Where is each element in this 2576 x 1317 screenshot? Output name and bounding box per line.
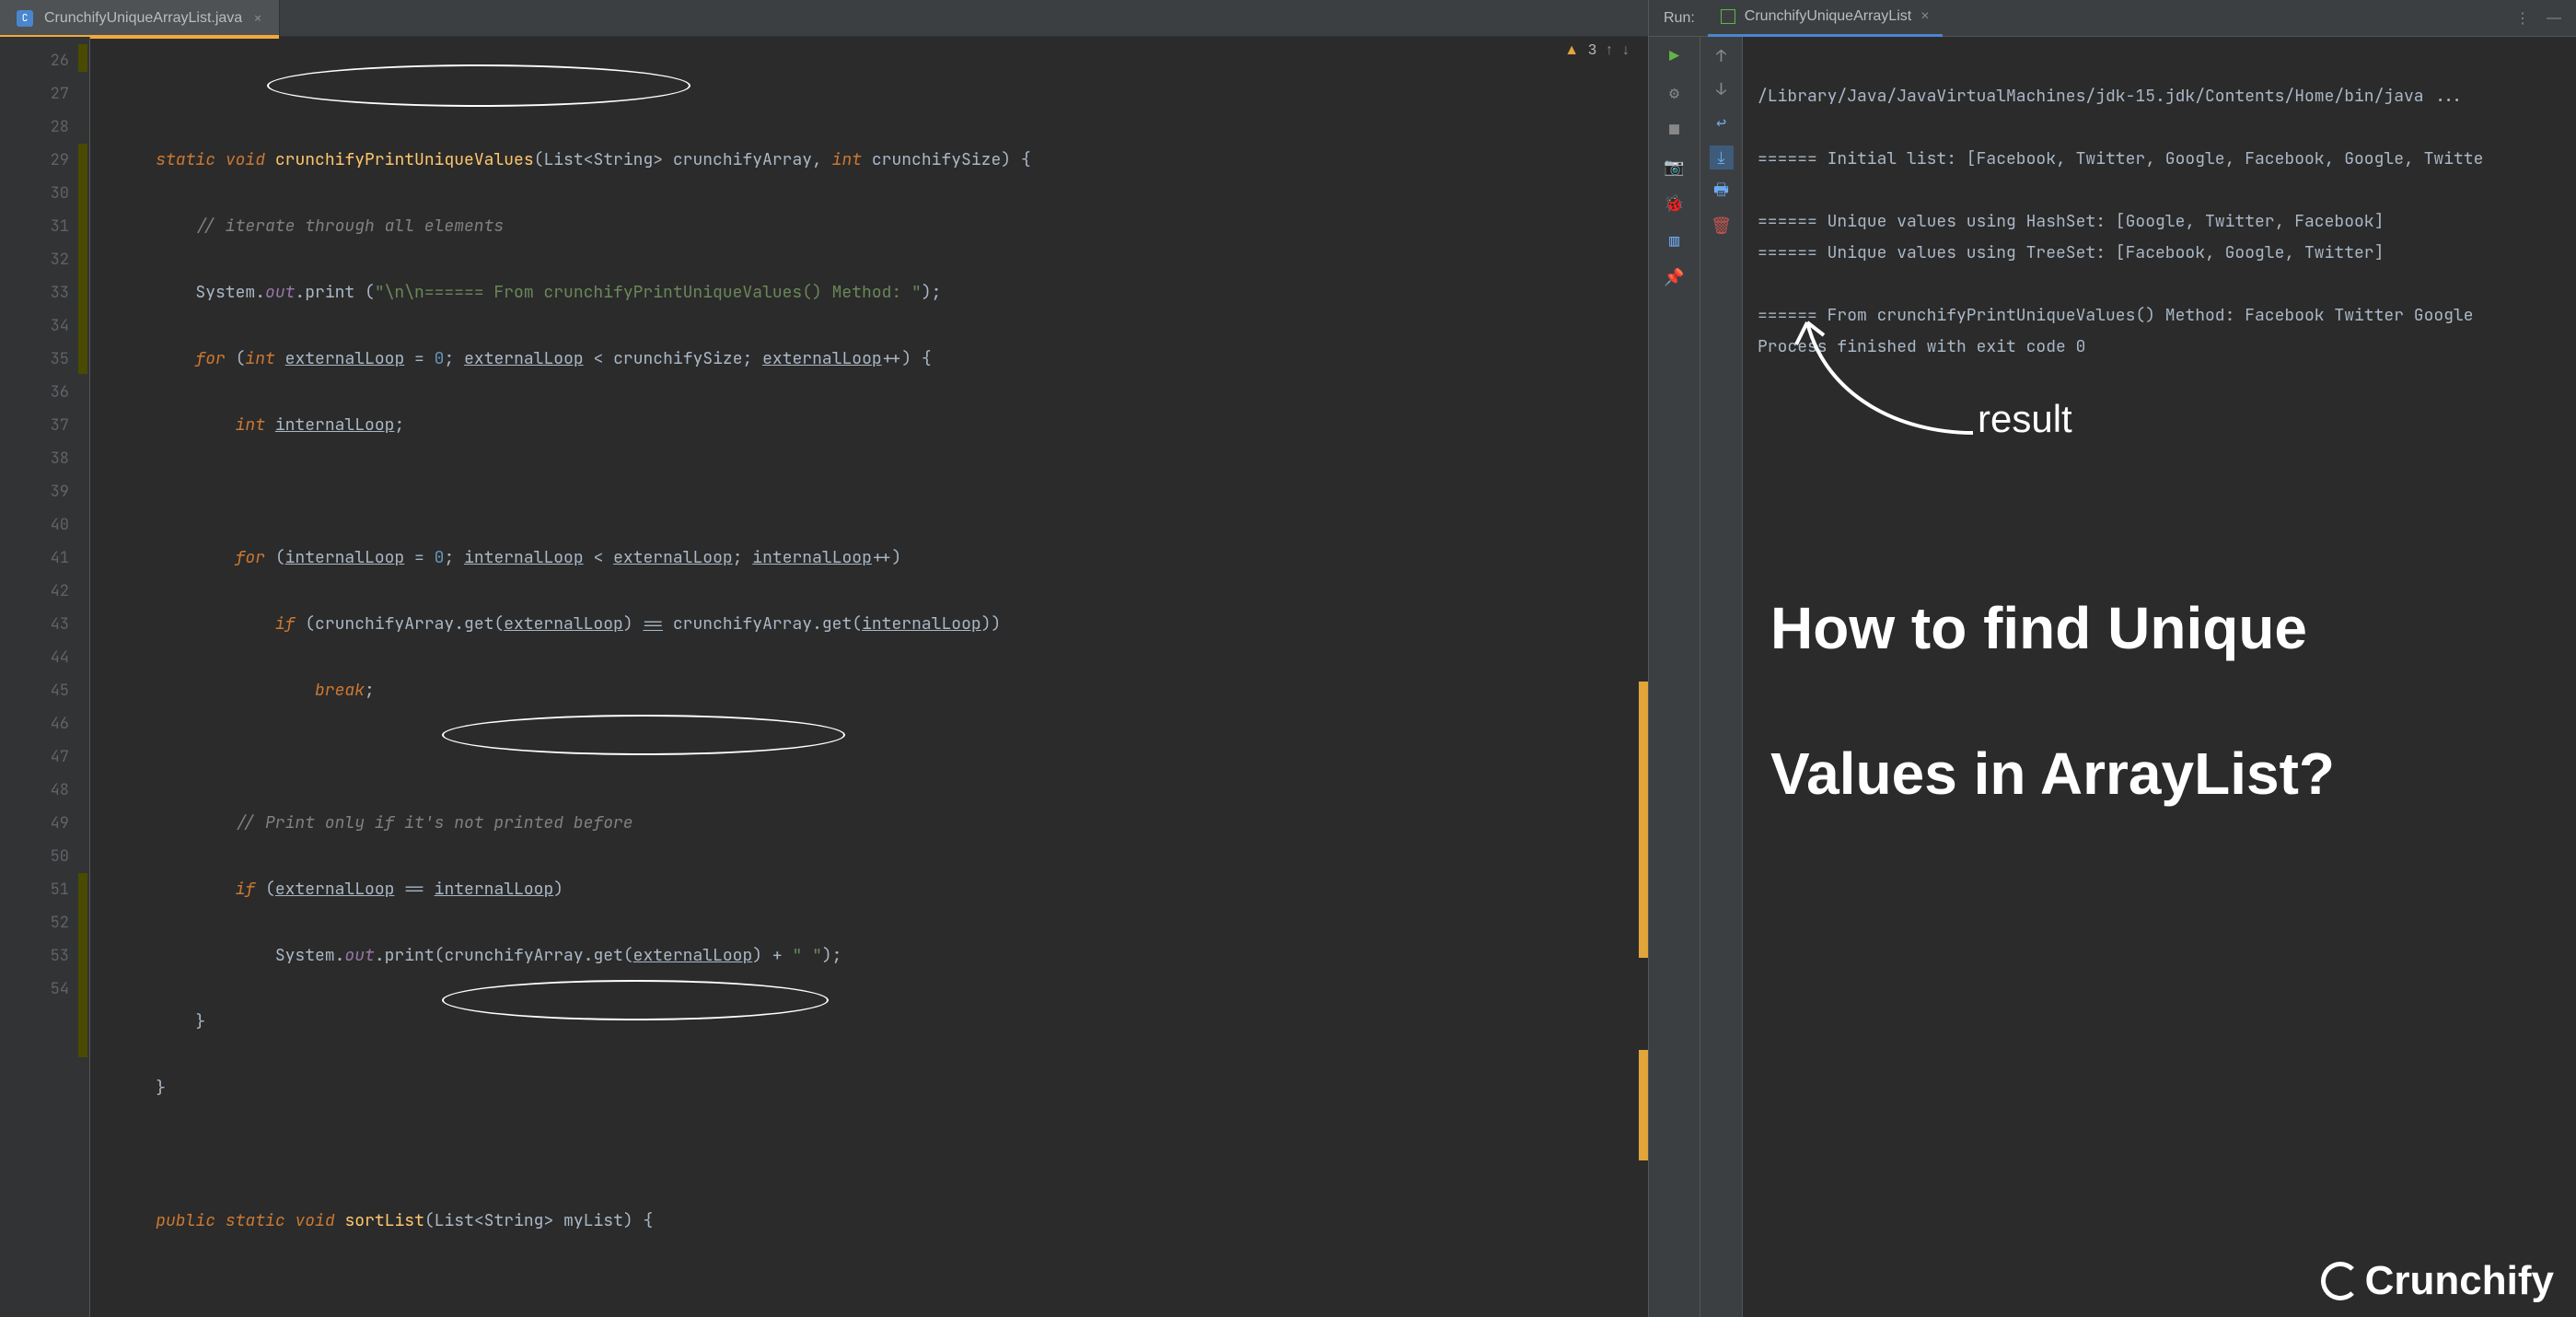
output-area: ▶ ⚙ ■ 📷 🐞 ▥ 📌 ↑ ↓ ↩ ⤓ 🖶 🗑 /Library/Java/… bbox=[1649, 37, 2576, 1317]
gutter-line: 42 bbox=[0, 575, 69, 608]
console-action-gutter: ↑ ↓ ↩ ⤓ 🖶 🗑 bbox=[1700, 37, 1743, 1317]
gutter-line: 46 bbox=[0, 707, 69, 740]
gutter-line: 44 bbox=[0, 641, 69, 674]
run-label: Run: bbox=[1664, 10, 1695, 27]
file-icon: C bbox=[17, 10, 33, 27]
crunchify-logo: Crunchify bbox=[2321, 1262, 2554, 1300]
run-action-gutter: ▶ ⚙ ■ 📷 🐞 ▥ 📌 bbox=[1649, 37, 1700, 1317]
editor-pane: C CrunchifyUniqueArrayList.java × 26 27 … bbox=[0, 0, 1648, 1317]
gutter-line: 36 bbox=[0, 376, 69, 409]
console-line: ====== From crunchifyPrintUniqueValues()… bbox=[1758, 305, 2483, 326]
editor-tab[interactable]: C CrunchifyUniqueArrayList.java × bbox=[0, 0, 280, 37]
console-line: ====== Unique values using TreeSet: [Fac… bbox=[1758, 242, 2384, 263]
gutter-line: 54 bbox=[0, 973, 69, 1006]
editor-tab-label: CrunchifyUniqueArrayList.java bbox=[44, 10, 242, 27]
camera-icon[interactable]: 📷 bbox=[1665, 157, 1685, 177]
console[interactable]: /Library/Java/JavaVirtualMachines/jdk-15… bbox=[1743, 37, 2576, 1317]
config-icon bbox=[1721, 9, 1735, 24]
minimize-icon[interactable]: — bbox=[2547, 10, 2561, 27]
more-icon[interactable]: ⋮ bbox=[2515, 9, 2530, 28]
scroll-to-end-icon[interactable]: ⤓ bbox=[1710, 146, 1734, 169]
prev-highlight-icon[interactable]: ↑ bbox=[1606, 42, 1613, 59]
code-area[interactable]: 26 27 28 29 30 31 32 33 34 35 36 37 38 3… bbox=[0, 37, 1648, 1317]
gutter-line: 32 bbox=[0, 243, 69, 276]
gutter-line: 41 bbox=[0, 542, 69, 575]
gutter-line: 27 bbox=[0, 77, 69, 111]
gutter-line: 34 bbox=[0, 309, 69, 343]
gutter-line: 40 bbox=[0, 508, 69, 542]
stop-icon[interactable]: ■ bbox=[1665, 120, 1685, 140]
bug-icon[interactable]: 🐞 bbox=[1665, 193, 1685, 214]
promo-title: How to find Unique Values in ArrayList? bbox=[1770, 525, 2335, 878]
close-icon[interactable]: × bbox=[253, 8, 262, 28]
run-header: Run: CrunchifyUniqueArrayList × ⋮ — bbox=[1649, 0, 2576, 37]
next-highlight-icon[interactable]: ↓ bbox=[1622, 42, 1630, 59]
gutter-line: 50 bbox=[0, 840, 69, 873]
editor-tab-bar: C CrunchifyUniqueArrayList.java × bbox=[0, 0, 1648, 37]
gutter-line: 28 bbox=[0, 111, 69, 144]
gutter-line: 30 bbox=[0, 177, 69, 210]
gutter-line: 35 bbox=[0, 343, 69, 376]
down-icon[interactable]: ↓ bbox=[1712, 79, 1732, 99]
layout-icon[interactable]: ▥ bbox=[1665, 230, 1685, 251]
gutter-line: 48 bbox=[0, 774, 69, 807]
console-line: Process finished with exit code 0 bbox=[1758, 336, 2085, 357]
gutter-line: 51 bbox=[0, 873, 69, 906]
pin-icon[interactable]: 📌 bbox=[1665, 267, 1685, 287]
gutter-line: 38 bbox=[0, 442, 69, 475]
warning-icon[interactable]: ▲ bbox=[1564, 42, 1579, 59]
gutter-line: 31 bbox=[0, 210, 69, 243]
gutter-line: 52 bbox=[0, 906, 69, 939]
console-line: /Library/Java/JavaVirtualMachines/jdk-15… bbox=[1758, 86, 2464, 107]
logo-icon bbox=[2321, 1262, 2360, 1300]
gutter-line: 39 bbox=[0, 475, 69, 508]
gutter-line: 45 bbox=[0, 674, 69, 707]
gear-icon[interactable]: ⚙ bbox=[1665, 83, 1685, 103]
gutter-line: 29 bbox=[0, 144, 69, 177]
rerun-icon[interactable]: ▶ bbox=[1665, 46, 1685, 66]
gutter-line: 53 bbox=[0, 939, 69, 973]
warning-count: 3 bbox=[1588, 42, 1596, 59]
run-config-tab[interactable]: CrunchifyUniqueArrayList × bbox=[1708, 0, 1943, 37]
soft-wrap-icon[interactable]: ↩ bbox=[1712, 112, 1732, 133]
result-label: result bbox=[1978, 403, 2072, 435]
close-icon[interactable]: × bbox=[1920, 8, 1929, 25]
gutter-line: 49 bbox=[0, 807, 69, 840]
gutter-line: 26 bbox=[0, 44, 69, 77]
print-icon[interactable]: 🖶 bbox=[1712, 182, 1732, 203]
gutter-line: 37 bbox=[0, 409, 69, 442]
gutter-line: 33 bbox=[0, 276, 69, 309]
run-pane: Run: CrunchifyUniqueArrayList × ⋮ — ▶ ⚙ … bbox=[1648, 0, 2576, 1317]
gutter-line: 43 bbox=[0, 608, 69, 641]
console-line: ====== Initial list: [Facebook, Twitter,… bbox=[1758, 148, 2483, 169]
run-config-name: CrunchifyUniqueArrayList bbox=[1745, 8, 1911, 25]
console-line: ====== Unique values using HashSet: [Goo… bbox=[1758, 211, 2384, 232]
trash-icon[interactable]: 🗑 bbox=[1712, 216, 1732, 236]
code-body[interactable]: static void crunchifyPrintUniqueValues(L… bbox=[90, 37, 1648, 1317]
inspection-bar: ▲ 3 ↑ ↓ bbox=[1564, 42, 1630, 59]
editor-stripe[interactable] bbox=[1635, 83, 1648, 1317]
gutter-line: 47 bbox=[0, 740, 69, 774]
gutter: 26 27 28 29 30 31 32 33 34 35 36 37 38 3… bbox=[0, 37, 90, 1317]
up-icon[interactable]: ↑ bbox=[1712, 46, 1732, 66]
